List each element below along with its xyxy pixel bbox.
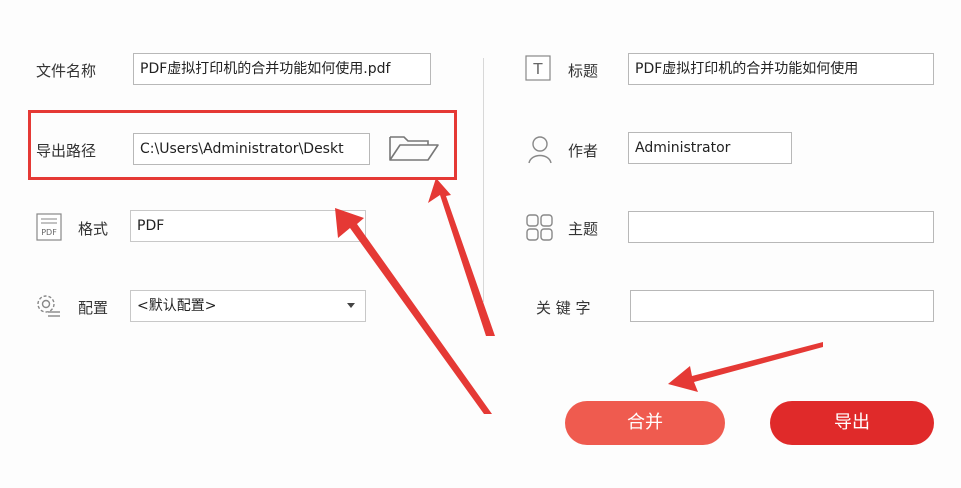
arrow-to-path: [335, 208, 492, 414]
annotation-arrows: [335, 178, 823, 414]
arrow-to-folder: [428, 178, 495, 336]
arrow-to-merge: [668, 342, 823, 392]
